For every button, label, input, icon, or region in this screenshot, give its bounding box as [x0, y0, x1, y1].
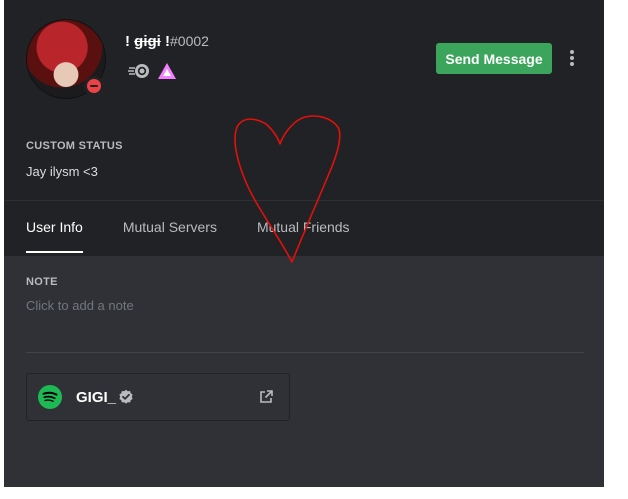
avatar[interactable] — [26, 19, 106, 99]
custom-status-label: CUSTOM STATUS — [26, 140, 123, 152]
connection-name: GIGI_ — [76, 389, 117, 406]
connection-spotify: GIGI_ — [26, 373, 290, 421]
username-strike: gigi — [134, 33, 161, 50]
note-label: NOTE — [26, 276, 58, 288]
dnd-status-icon — [84, 76, 104, 96]
profile-tabs: User Info Mutual Servers Mutual Friends — [26, 219, 390, 253]
nitro-icon[interactable] — [128, 62, 150, 80]
profile-header: ! gigi !#0002 Send Message CUSTOM STATUS… — [4, 0, 604, 256]
tab-mutual-servers[interactable]: Mutual Servers — [123, 219, 217, 253]
profile-body — [4, 256, 604, 487]
body-divider — [26, 352, 584, 353]
spotify-icon — [38, 385, 62, 409]
note-input[interactable]: Click to add a note — [26, 298, 134, 313]
username-prefix: ! — [125, 33, 135, 50]
external-link-icon[interactable] — [258, 389, 274, 405]
badge-list — [128, 62, 178, 80]
user-profile-card: ! gigi !#0002 Send Message CUSTOM STATUS… — [4, 0, 604, 487]
username-suffix: ! — [160, 33, 171, 50]
send-message-button[interactable]: Send Message — [436, 43, 552, 74]
kebab-icon[interactable] — [566, 48, 578, 70]
custom-status-text: Jay ilysm <3 — [26, 164, 98, 179]
tab-mutual-friends[interactable]: Mutual Friends — [257, 219, 350, 253]
discriminator: #0002 — [170, 33, 209, 49]
username: ! gigi !#0002 — [125, 33, 209, 50]
verified-icon — [119, 389, 133, 404]
hypesquad-icon[interactable] — [156, 62, 178, 80]
tab-user-info[interactable]: User Info — [26, 219, 83, 253]
header-divider — [4, 200, 604, 201]
